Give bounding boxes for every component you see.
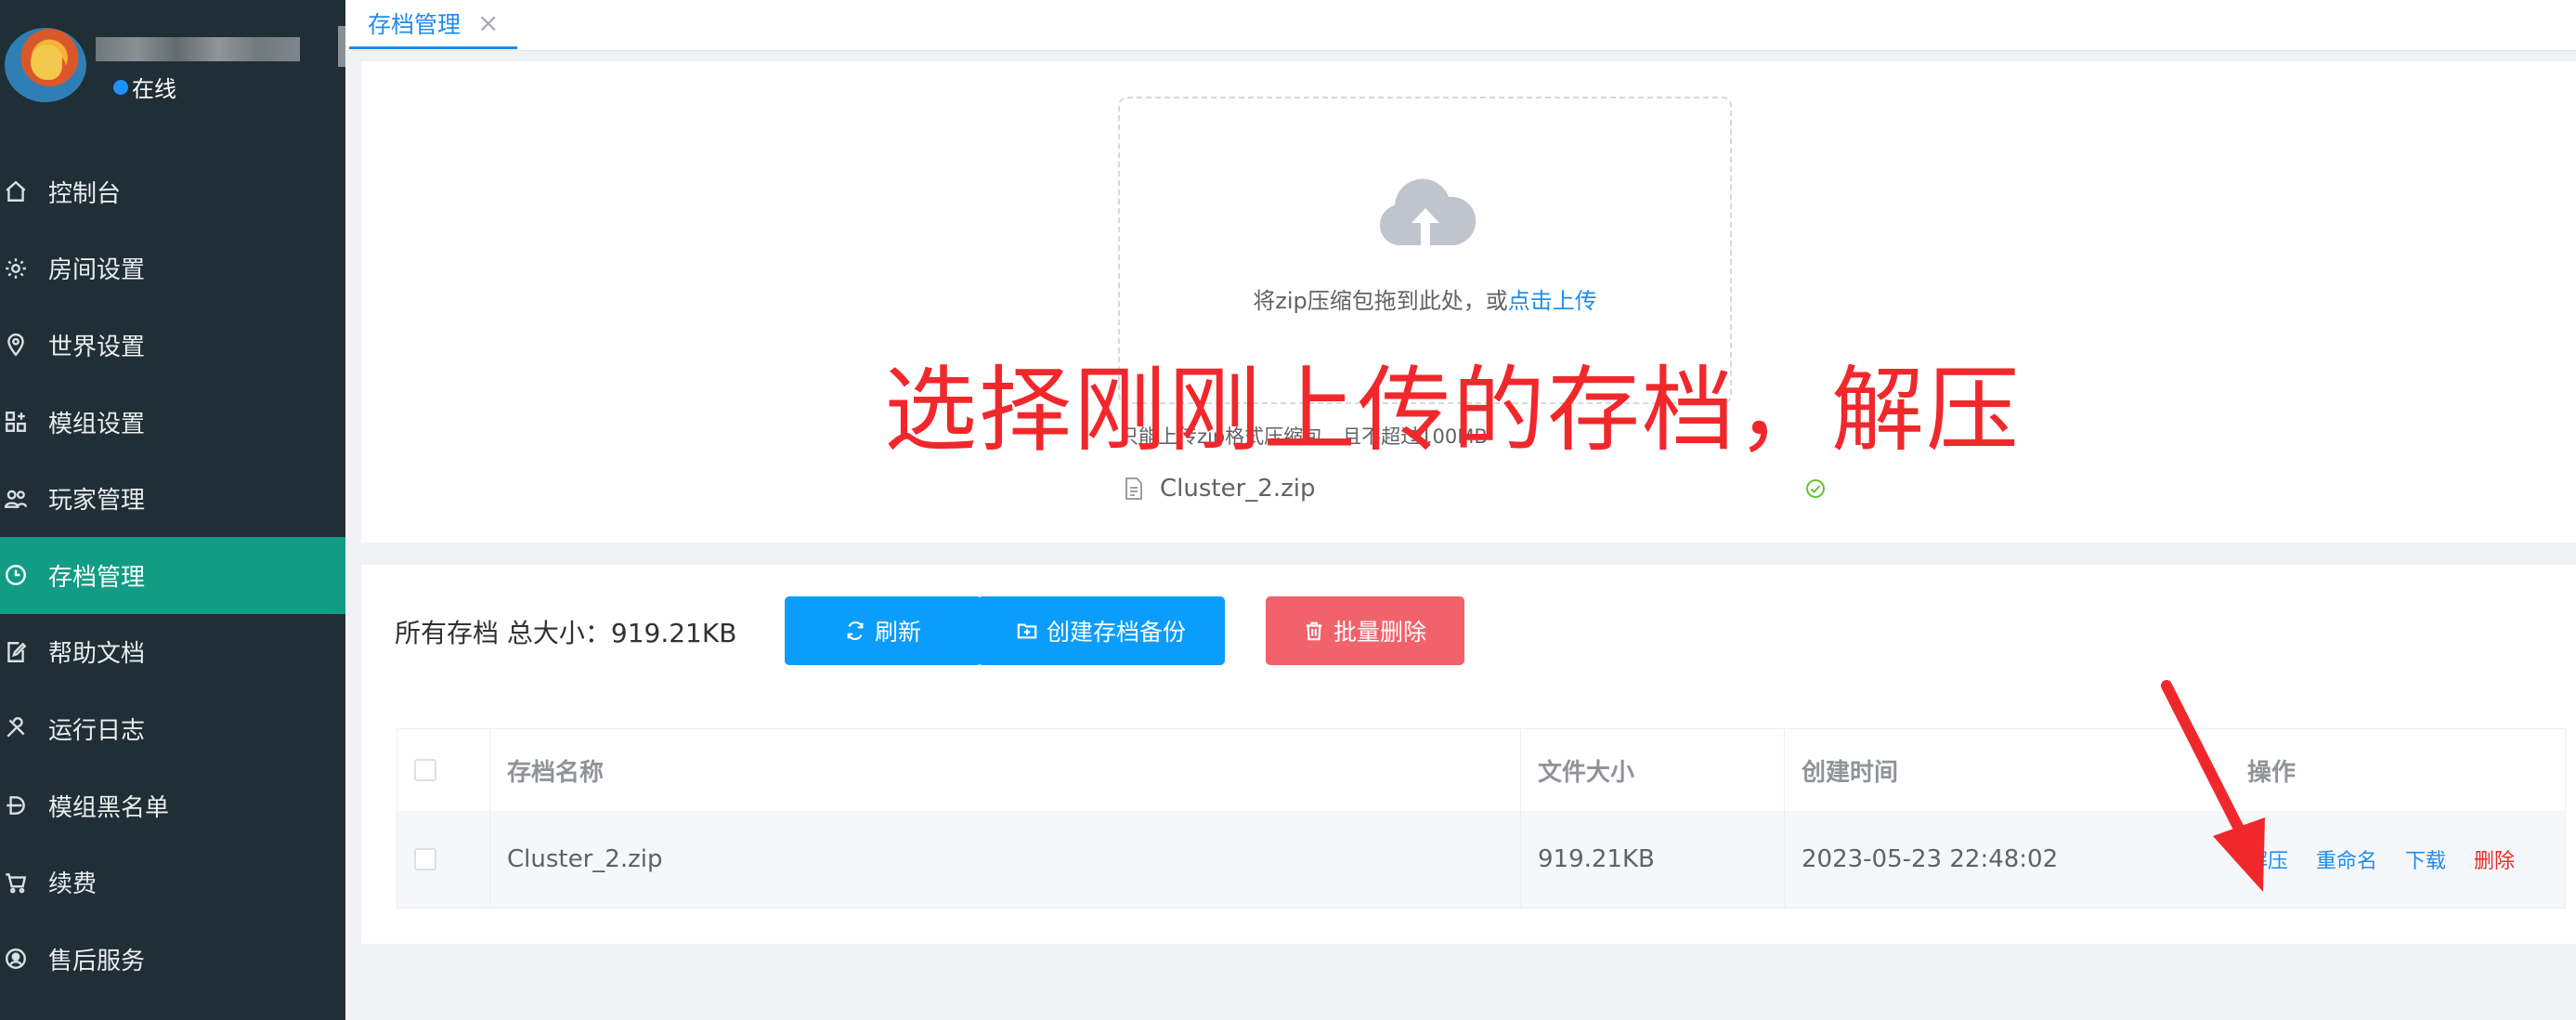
avatar[interactable] (5, 28, 86, 102)
folder-add-icon (1017, 623, 1037, 639)
click-upload-link[interactable]: 点击上传 (1508, 288, 1597, 314)
upload-success-icon (1806, 479, 1825, 498)
sidebar-item-world-settings[interactable]: 世界设置 (0, 307, 345, 384)
delete-link[interactable]: 删除 (2474, 844, 2515, 874)
sidebar-menu: 控制台 房间设置 世界设置 模组设置 玩家管理 存档管理 帮助文档 运行日志 模… (0, 153, 345, 998)
sidebar-item-label: 售后服务 (48, 947, 146, 975)
sidebar-item-player-management[interactable]: 玩家管理 (0, 460, 345, 537)
row-checkbox[interactable] (414, 848, 436, 870)
avatar-bird (31, 45, 62, 80)
sidebar-item-label: 房间设置 (48, 256, 146, 285)
support-icon (4, 947, 28, 971)
dropzone-text: 将zip压缩包拖到此处，或点击上传 (1120, 282, 1730, 315)
online-dot-icon (113, 79, 128, 95)
uploaded-file-name: Cluster_2.zip (1160, 475, 1316, 503)
batch-delete-button-label: 批量删除 (1333, 619, 1426, 646)
archive-size: 919.21KB (1521, 811, 1785, 908)
sidebar-item-label: 模组黑名单 (48, 793, 170, 822)
tools-icon (4, 716, 28, 740)
download-link[interactable]: 下载 (2405, 844, 2446, 874)
archive-name: Cluster_2.zip (490, 811, 1521, 908)
annotation-arrow-icon (2161, 680, 2265, 892)
column-header-name: 存档名称 (490, 729, 1521, 811)
online-status-label: 在线 (132, 76, 176, 102)
username-blurred (96, 37, 300, 61)
select-all-cell (397, 729, 490, 811)
sidebar-item-label: 控制台 (48, 179, 122, 208)
location-pin-icon (4, 333, 28, 358)
tab-label: 存档管理 (368, 11, 462, 38)
home-icon (4, 179, 28, 203)
sidebar-item-help-docs[interactable]: 帮助文档 (0, 614, 345, 691)
tab-bar: 存档管理 × (345, 0, 2576, 51)
create-backup-button-label: 创建存档备份 (1046, 619, 1186, 646)
sidebar-item-label: 续费 (48, 870, 98, 899)
sidebar-item-renew[interactable]: 续费 (0, 843, 345, 921)
refresh-button-label: 刷新 (874, 619, 921, 646)
sidebar-item-label: 模组设置 (48, 410, 146, 438)
block-icon (4, 793, 28, 817)
uploaded-file-item[interactable]: Cluster_2.zip (1125, 470, 1827, 507)
upload-card: 将zip压缩包拖到此处，或点击上传 只能上传zip格式压缩包，且不超过100MB… (361, 61, 2576, 543)
sidebar-item-mod-settings[interactable]: 模组设置 (0, 384, 345, 461)
sidebar-item-archive-management[interactable]: 存档管理 (0, 536, 345, 614)
row-select-cell (397, 811, 490, 908)
sidebar-item-room-settings[interactable]: 房间设置 (0, 230, 345, 307)
close-icon[interactable]: × (477, 10, 499, 36)
refresh-icon (847, 621, 864, 641)
sidebar-item-label: 玩家管理 (48, 487, 146, 516)
sidebar-item-label: 世界设置 (48, 333, 146, 361)
grid-plus-icon (4, 410, 28, 434)
archive-actions: 解压 重命名 下载 删除 (2231, 811, 2565, 908)
sidebar-item-run-logs[interactable]: 运行日志 (0, 690, 345, 767)
sidebar-item-console[interactable]: 控制台 (0, 153, 345, 230)
select-all-checkbox[interactable] (414, 759, 436, 781)
rename-link[interactable]: 重命名 (2316, 844, 2377, 874)
cart-icon (4, 870, 28, 895)
column-header-actions: 操作 (2247, 758, 2296, 787)
create-backup-button[interactable]: 创建存档备份 (978, 596, 1225, 665)
users-icon (4, 487, 28, 511)
sidebar: 在线 控制台 房间设置 世界设置 模组设置 玩家管理 存档管理 帮助文档 运行日… (0, 0, 345, 1020)
doc-edit-icon (4, 640, 28, 664)
annotation-text: 选择刚刚上传的存档，解压 (884, 356, 2021, 464)
sidebar-item-mod-blacklist[interactable]: 模组黑名单 (0, 767, 345, 844)
online-status: 在线 (113, 71, 176, 103)
total-size-label: 所有存档 总大小：919.21KB (395, 618, 737, 648)
gear-icon (4, 256, 28, 281)
sidebar-item-label: 运行日志 (48, 716, 146, 745)
clock-icon (4, 563, 28, 587)
sidebar-collapse-handle[interactable] (338, 26, 345, 67)
refresh-button[interactable]: 刷新 (785, 596, 982, 665)
document-icon (1125, 477, 1142, 500)
column-header-size: 文件大小 (1521, 729, 1785, 811)
sidebar-item-label: 帮助文档 (48, 640, 146, 669)
tab-archive-management[interactable]: 存档管理 × (349, 0, 518, 49)
trash-icon (1306, 621, 1322, 641)
sidebar-item-label: 存档管理 (48, 563, 146, 592)
sidebar-item-after-sales[interactable]: 售后服务 (0, 921, 345, 998)
batch-delete-button[interactable]: 批量删除 (1266, 596, 1464, 665)
cloud-upload-icon (1379, 178, 1477, 245)
dropzone-hint: 将zip压缩包拖到此处，或 (1253, 288, 1508, 314)
